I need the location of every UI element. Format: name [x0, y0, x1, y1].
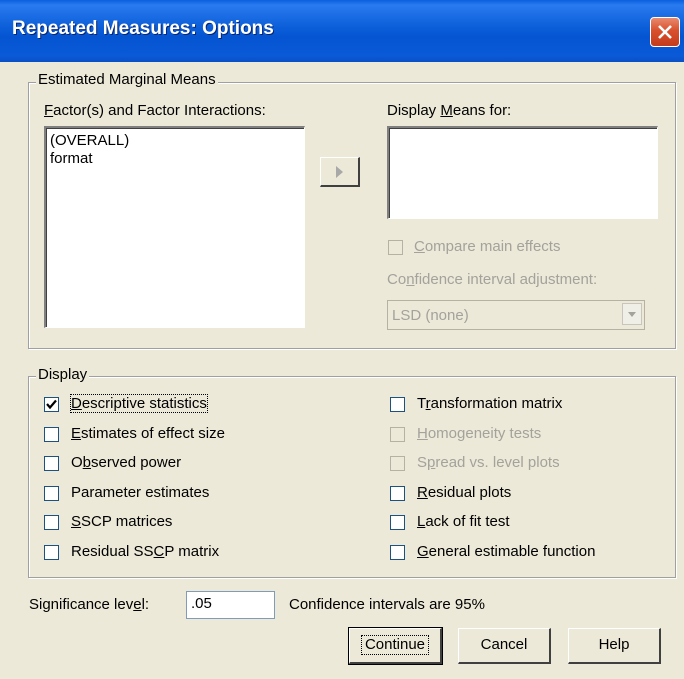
emm-group-label: Estimated Marginal Means	[36, 71, 218, 88]
significance-input[interactable]: .05	[186, 591, 275, 619]
window-title: Repeated Measures: Options	[12, 18, 274, 39]
display-right-label-text-1: Homogeneity tests	[417, 424, 542, 442]
ci-adjustment-label-c: fidence interval adjustment:	[414, 271, 598, 288]
display-left-label-text-3: Parameter estimates	[71, 483, 210, 501]
display-left-label-2: Observed power	[71, 454, 181, 471]
factors-listbox[interactable]: (OVERALL) format	[44, 126, 305, 328]
display-right-checkbox-0[interactable]	[390, 397, 405, 412]
display-right-checkbox-4[interactable]	[390, 515, 405, 531]
display-means-label-c: eans for:	[452, 102, 512, 119]
display-right-label-3: Residual plots	[417, 484, 511, 501]
ci-adjustment-value: LSD (none)	[392, 307, 469, 324]
continue-button[interactable]: Continue	[348, 627, 443, 665]
display-right-label-2: Spread vs. level plots	[417, 454, 560, 471]
cancel-button[interactable]: Cancel	[458, 628, 551, 664]
ci-percent-text: Confidence intervals are 95%	[289, 596, 485, 613]
continue-label: Continue	[360, 635, 430, 655]
display-right-checkbox-5[interactable]	[390, 545, 405, 560]
display-group-label: Display	[36, 366, 90, 383]
display-right-checkbox-3[interactable]	[390, 485, 405, 501]
display-left-label-text-0: Descriptive statistics	[70, 394, 208, 413]
display-left-label-text-1: Estimates of effect size	[71, 424, 225, 442]
display-left-checkbox-3[interactable]	[44, 485, 59, 501]
chevron-down-icon[interactable]	[622, 303, 642, 325]
factors-label: Factor(s) and Factor Interactions:	[44, 102, 266, 119]
checkmark-icon	[46, 399, 57, 410]
display-right-label-text-3: Residual plots	[417, 483, 512, 501]
title-bar[interactable]: Repeated Measures: Options	[0, 0, 684, 62]
help-button[interactable]: Help	[568, 628, 661, 664]
significance-label: Significance level:	[29, 596, 149, 613]
display-left-label-5: Residual SSCP matrix	[71, 543, 219, 560]
display-left-checkbox-1[interactable]	[44, 426, 59, 442]
ci-adjustment-label-a: Co	[387, 271, 407, 288]
significance-label-a: Significance lev	[29, 596, 134, 613]
display-right-label-text-4: Lack of fit test	[417, 513, 510, 531]
close-icon	[658, 25, 672, 39]
arrow-right-icon	[336, 166, 343, 178]
factors-label-rest: actor(s) and Factor Interactions:	[53, 102, 266, 119]
display-right-label-text-0: Transformation matrix	[417, 395, 563, 412]
ci-adjustment-mnemonic: n	[406, 271, 415, 288]
compare-main-effects-label: Compare main effects	[414, 238, 560, 255]
display-right-label-1: Homogeneity tests	[417, 425, 541, 442]
display-means-listbox[interactable]	[387, 126, 658, 219]
compare-main-effects-checkbox[interactable]	[388, 240, 403, 255]
factors-label-mnemonic: F	[44, 102, 54, 119]
move-to-display-means-button[interactable]	[320, 157, 360, 187]
display-right-label-4: Lack of fit test	[417, 513, 510, 530]
display-right-label-text-5: General estimable function	[417, 543, 596, 560]
display-left-label-text-4: SSCP matrices	[71, 513, 173, 531]
display-right-label-5: General estimable function	[417, 543, 595, 560]
list-item[interactable]: (OVERALL)	[50, 132, 129, 149]
cancel-label: Cancel	[480, 636, 528, 653]
compare-main-effects-mnemonic: C	[414, 238, 425, 255]
display-left-label-3: Parameter estimates	[71, 484, 209, 501]
display-left-label-0: Descriptive statistics	[70, 394, 208, 413]
display-means-label-a: Display	[387, 102, 441, 119]
display-left-checkbox-4[interactable]	[44, 515, 59, 531]
display-left-label-text-2: Observed power	[71, 454, 182, 472]
display-right-label-text-2: Spread vs. level plots	[417, 454, 560, 472]
display-left-checkbox-2[interactable]	[44, 456, 59, 472]
ci-adjustment-select[interactable]: LSD (none)	[387, 300, 645, 330]
close-button[interactable]	[650, 17, 680, 47]
help-label: Help	[598, 636, 630, 653]
display-right-label-0: Transformation matrix	[417, 395, 562, 412]
display-left-checkbox-5[interactable]	[44, 545, 59, 560]
display-left-checkbox-0[interactable]	[44, 397, 59, 412]
significance-label-c: l:	[141, 596, 150, 613]
significance-mnemonic: e	[133, 596, 142, 613]
ci-adjustment-label: Confidence interval adjustment:	[387, 271, 597, 288]
display-right-checkbox-2[interactable]	[390, 456, 405, 472]
display-means-label-mnemonic: M	[440, 102, 453, 119]
display-left-label-4: SSCP matrices	[71, 513, 172, 530]
display-left-label-1: Estimates of effect size	[71, 425, 225, 442]
display-right-checkbox-1[interactable]	[390, 426, 405, 442]
list-item[interactable]: format	[50, 150, 93, 167]
display-left-label-text-5: Residual SSCP matrix	[71, 543, 220, 560]
options-dialog: Repeated Measures: Options Estimated Mar…	[0, 0, 684, 679]
display-means-label: Display Means for:	[387, 102, 511, 119]
compare-main-effects-rest: ompare main effects	[424, 238, 561, 255]
